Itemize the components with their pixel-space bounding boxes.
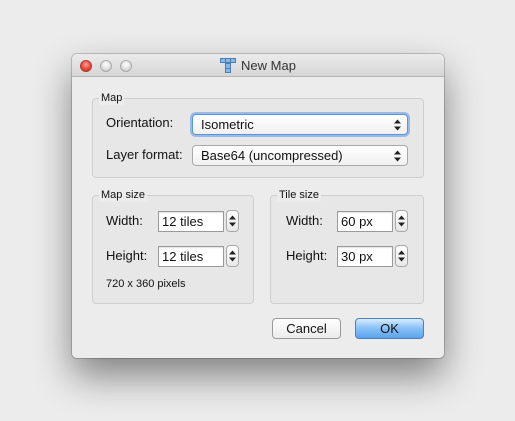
tiled-app-icon	[220, 58, 237, 73]
map-height-input[interactable]: 12 tiles	[158, 246, 224, 267]
orientation-label: Orientation:	[106, 115, 174, 130]
select-arrows-icon	[394, 119, 401, 131]
title-bar[interactable]: New Map	[72, 54, 444, 77]
map-group: Map Orientation: Isometric Layer format:…	[92, 91, 424, 178]
tile-size-group: Tile size Width: 60 px Height: 30 px	[270, 188, 424, 304]
map-height-value: 12 tiles	[162, 249, 204, 264]
window-title: New Map	[241, 58, 296, 73]
tile-height-value: 30 px	[341, 249, 373, 264]
new-map-dialog: New Map Map Orientation: Isometric Layer…	[72, 54, 444, 358]
tile-height-label: Height:	[286, 248, 328, 263]
map-height-label: Height:	[106, 248, 148, 263]
map-width-stepper[interactable]	[226, 210, 239, 232]
window-title-container: New Map	[72, 58, 444, 73]
tile-width-stepper[interactable]	[395, 210, 408, 232]
tile-height-input[interactable]: 30 px	[337, 246, 393, 267]
select-arrows-icon	[394, 150, 401, 162]
stepper-arrows-icon	[398, 215, 405, 227]
layer-format-label: Layer format:	[106, 147, 183, 162]
map-width-input[interactable]: 12 tiles	[158, 211, 224, 232]
map-pixel-size: 720 x 360 pixels	[106, 278, 186, 290]
ok-button[interactable]: OK	[355, 318, 424, 339]
tile-size-group-label: Tile size	[277, 188, 321, 202]
orientation-value: Isometric	[201, 117, 254, 132]
map-width-value: 12 tiles	[162, 214, 204, 229]
stepper-arrows-icon	[229, 215, 236, 227]
orientation-select[interactable]: Isometric	[192, 114, 408, 135]
stepper-arrows-icon	[398, 250, 405, 262]
tile-width-label: Width:	[286, 213, 323, 228]
map-size-group-label: Map size	[99, 188, 148, 202]
layer-format-select[interactable]: Base64 (uncompressed)	[192, 145, 408, 166]
map-height-stepper[interactable]	[226, 245, 239, 267]
cancel-button[interactable]: Cancel	[272, 318, 341, 339]
map-group-label: Map	[99, 91, 125, 105]
tile-height-stepper[interactable]	[395, 245, 408, 267]
layer-format-value: Base64 (uncompressed)	[201, 148, 343, 163]
map-width-label: Width:	[106, 213, 143, 228]
map-size-group: Map size Width: 12 tiles Height: 12 tile…	[92, 188, 254, 304]
tile-width-input[interactable]: 60 px	[337, 211, 393, 232]
tile-width-value: 60 px	[341, 214, 373, 229]
stepper-arrows-icon	[229, 250, 236, 262]
